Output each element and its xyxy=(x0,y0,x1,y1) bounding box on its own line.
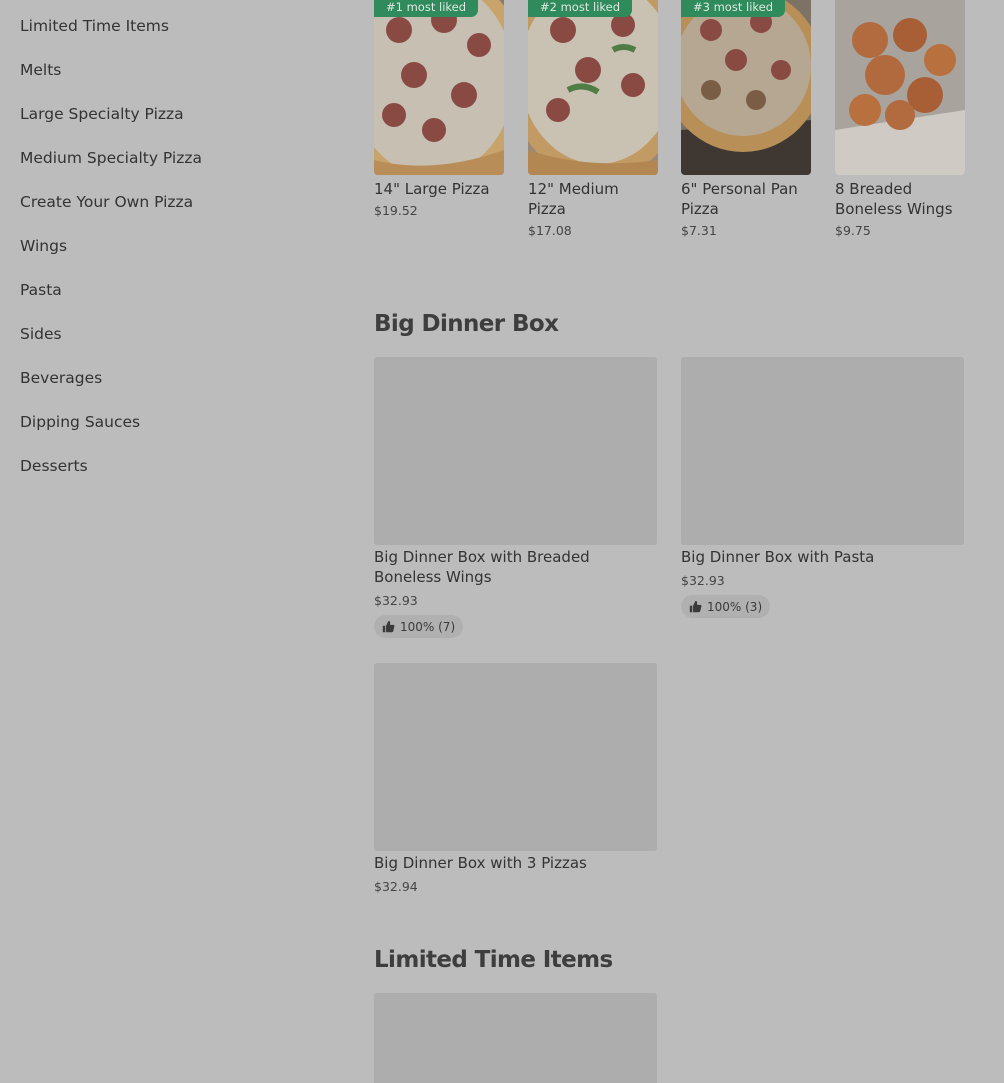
item-image-placeholder xyxy=(374,663,657,851)
rating-badge: 100% (7) xyxy=(374,615,464,638)
sidebar-item-large-specialty-pizza[interactable]: Large Specialty Pizza xyxy=(20,105,184,123)
item-price: $19.52 xyxy=(374,203,418,218)
most-liked-badge: #2 most liked xyxy=(528,0,633,17)
sidebar-item-limited-time-items[interactable]: Limited Time Items xyxy=(20,17,169,35)
item-price: $9.75 xyxy=(835,223,871,238)
sidebar-item-create-your-own-pizza[interactable]: Create Your Own Pizza xyxy=(20,193,193,211)
item-name: 12" Medium Pizza xyxy=(528,180,619,218)
item-price: $32.94 xyxy=(374,879,418,894)
item-price: $32.93 xyxy=(681,573,725,588)
most-liked-badge: #3 most liked xyxy=(681,0,786,17)
item-image-placeholder xyxy=(681,357,964,545)
item-name: 14" Large Pizza xyxy=(374,180,490,198)
sidebar-item-medium-specialty-pizza[interactable]: Medium Specialty Pizza xyxy=(20,149,202,167)
thumbs-up-icon xyxy=(382,620,395,633)
sidebar-item-beverages[interactable]: Beverages xyxy=(20,369,102,387)
item-image-placeholder xyxy=(374,993,657,1083)
pizza-image xyxy=(528,0,658,175)
sidebar-item-pasta[interactable]: Pasta xyxy=(20,281,62,299)
item-price: $32.93 xyxy=(374,593,418,608)
item-name: Big Dinner Box with Breaded Boneless Win… xyxy=(374,548,590,586)
rating-text: 100% (7) xyxy=(400,619,456,634)
section-title-big-dinner-box: Big Dinner Box xyxy=(374,311,559,337)
sidebar-item-sides[interactable]: Sides xyxy=(20,325,62,343)
wings-image xyxy=(835,0,965,175)
most-liked-badge: #1 most liked xyxy=(374,0,479,17)
item-image-placeholder xyxy=(374,357,657,545)
pizza-image xyxy=(681,0,811,175)
sidebar-item-melts[interactable]: Melts xyxy=(20,61,61,79)
item-name: 8 Breaded Boneless Wings xyxy=(835,180,953,218)
rating-badge: 100% (3) xyxy=(681,595,771,618)
pizza-image xyxy=(374,0,504,175)
item-price: $17.08 xyxy=(528,223,572,238)
item-name: Big Dinner Box with Pasta xyxy=(681,548,875,566)
sidebar-item-desserts[interactable]: Desserts xyxy=(20,457,88,475)
item-name: 6" Personal Pan Pizza xyxy=(681,180,798,218)
sidebar-item-dipping-sauces[interactable]: Dipping Sauces xyxy=(20,413,140,431)
rating-text: 100% (3) xyxy=(707,599,763,614)
item-name: Big Dinner Box with 3 Pizzas xyxy=(374,854,587,872)
section-title-limited-time-items: Limited Time Items xyxy=(374,947,613,973)
item-price: $7.31 xyxy=(681,223,717,238)
sidebar-item-wings[interactable]: Wings xyxy=(20,237,67,255)
thumbs-up-icon xyxy=(689,600,702,613)
